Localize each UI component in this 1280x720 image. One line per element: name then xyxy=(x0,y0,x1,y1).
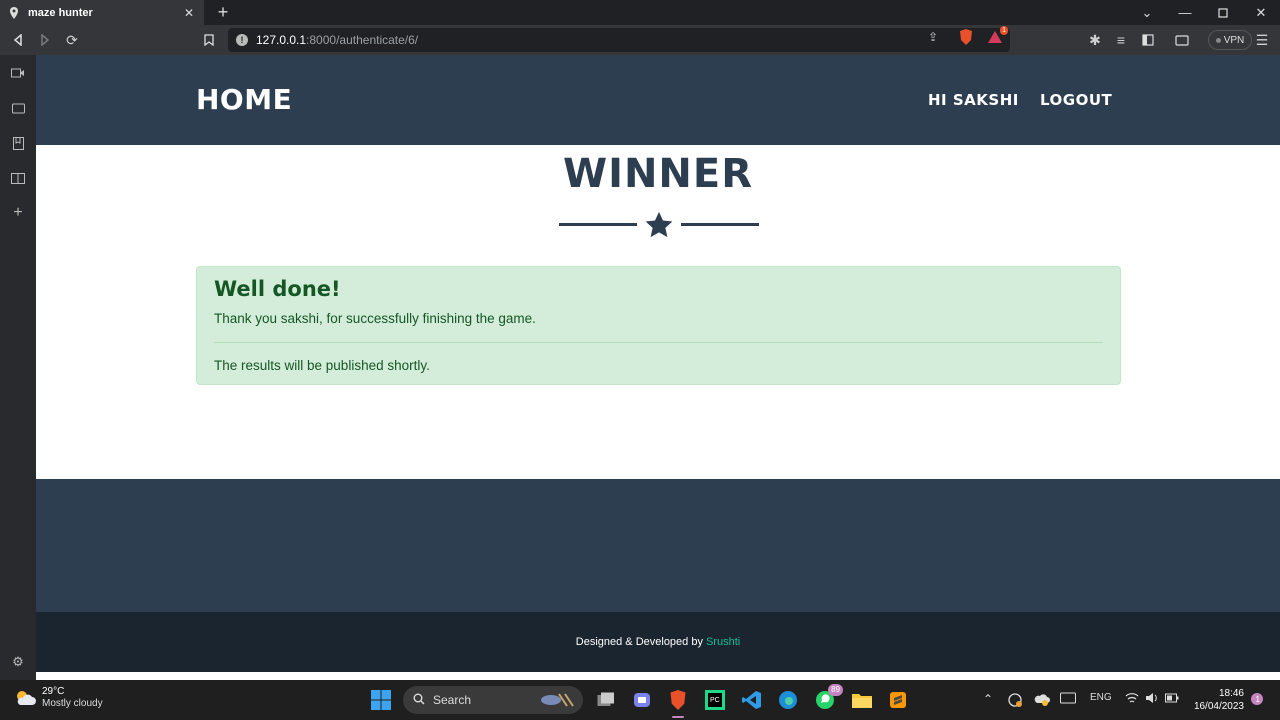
browser-sidebar: + ⚙ xyxy=(0,55,36,680)
svg-text:1: 1 xyxy=(1256,695,1261,704)
windows-start-icon[interactable] xyxy=(369,688,393,712)
volume-icon[interactable] xyxy=(1145,692,1159,707)
forward-icon[interactable] xyxy=(35,30,55,50)
copyright-bar: Designed & Developed by Srushti xyxy=(36,612,1280,672)
brave-rewards-icon[interactable]: 1 xyxy=(986,26,1008,45)
tray-overflow-icon[interactable]: ⌃ xyxy=(983,692,993,706)
tab-title: maze hunter xyxy=(28,6,93,19)
keyboard-icon[interactable] xyxy=(1060,692,1076,707)
language-indicator[interactable]: ENG xyxy=(1090,692,1112,703)
wifi-icon[interactable] xyxy=(1125,692,1139,707)
credit-text: Designed & Developed by xyxy=(575,636,703,648)
new-tab-icon[interactable]: + xyxy=(214,3,232,21)
location-pin-icon xyxy=(8,6,20,19)
sublime-text-icon[interactable] xyxy=(886,688,910,712)
weather-widget[interactable]: 29°C Mostly cloudy xyxy=(14,686,103,710)
maximize-icon[interactable] xyxy=(1204,0,1242,25)
taskbar: 29°C Mostly cloudy Search PC 89 ⌃ ENG 18… xyxy=(0,680,1280,720)
sync-icon[interactable] xyxy=(1007,692,1023,711)
star-divider xyxy=(559,210,759,240)
minimize-icon[interactable]: — xyxy=(1166,0,1204,25)
alert-note: The results will be published shortly. xyxy=(214,358,430,373)
pycharm-icon[interactable]: PC xyxy=(703,688,727,712)
divider-line-left xyxy=(559,223,637,226)
playlist-icon[interactable]: ≡ xyxy=(1111,30,1131,50)
site-navbar: HOME HI SAKSHI LOGOUT xyxy=(36,55,1280,145)
task-view-icon[interactable] xyxy=(594,688,618,712)
onedrive-icon[interactable] xyxy=(1033,692,1051,709)
sidebar-settings-icon[interactable]: ⚙ xyxy=(9,653,27,671)
alert-heading: Well done! xyxy=(214,277,341,301)
close-window-icon[interactable]: ✕ xyxy=(1242,0,1280,25)
wallet-icon[interactable] xyxy=(1172,30,1192,50)
page-title: WINNER xyxy=(562,151,754,197)
vpn-label: VPN xyxy=(1223,34,1245,46)
temperature: 29°C xyxy=(42,686,65,697)
cloudy-weather-icon xyxy=(14,689,36,707)
add-sidebar-icon[interactable]: + xyxy=(9,204,27,222)
edge-icon[interactable] xyxy=(776,688,800,712)
search-label: Search xyxy=(433,693,472,707)
active-indicator xyxy=(672,716,684,718)
notification-icon[interactable]: 1 xyxy=(1251,693,1263,708)
whatsapp-icon[interactable]: 89 xyxy=(813,684,843,712)
footer-band xyxy=(36,479,1280,612)
vpn-status-icon xyxy=(1215,37,1221,43)
video-icon[interactable] xyxy=(9,64,27,82)
whatsapp-unread-badge: 89 xyxy=(828,684,843,696)
close-tab-icon[interactable]: ✕ xyxy=(182,6,196,20)
sidebar-toggle-icon[interactable] xyxy=(1138,30,1158,50)
success-alert: Well done! Thank you sakshi, for success… xyxy=(196,266,1121,385)
vpn-button[interactable]: VPN xyxy=(1208,30,1252,50)
brave-shields-icon[interactable] xyxy=(958,29,974,45)
bookmarks-sidebar-icon[interactable] xyxy=(9,134,27,152)
home-link[interactable]: HOME xyxy=(196,83,292,116)
star-icon xyxy=(644,210,674,245)
system-clock[interactable]: 18:46 16/04/2023 xyxy=(1192,687,1244,713)
author-link[interactable]: Srushti xyxy=(706,636,740,648)
reading-list-icon[interactable] xyxy=(9,169,27,187)
alert-message: Thank you sakshi, for successfully finis… xyxy=(214,311,536,326)
search-icon xyxy=(413,693,425,708)
weather-condition: Mostly cloudy xyxy=(42,698,103,709)
web-page: HOME HI SAKSHI LOGOUT WINNER Well done! … xyxy=(36,55,1280,680)
file-explorer-icon[interactable] xyxy=(850,688,874,712)
url-host: 127.0.0.1 xyxy=(256,33,307,47)
menu-icon[interactable]: ☰ xyxy=(1252,30,1272,50)
greeting-link[interactable]: HI SAKSHI xyxy=(928,91,1019,109)
search-highlight-icon xyxy=(539,690,575,711)
address-bar[interactable]: ! 127.0.0.1 :8000/authenticate/6/ xyxy=(228,28,1010,52)
battery-icon[interactable] xyxy=(1165,692,1179,707)
back-icon[interactable] xyxy=(8,30,28,50)
brave-taskbar-icon[interactable] xyxy=(666,688,690,718)
alert-divider xyxy=(214,342,1103,343)
tab-strip: maze hunter ✕ + ⌄ — ✕ xyxy=(0,0,1280,25)
browser-toolbar: ⟳ ! 127.0.0.1 :8000/authenticate/6/ ⇪ 1 … xyxy=(0,25,1280,55)
clock-time: 18:46 xyxy=(1218,688,1244,699)
logout-link[interactable]: LOGOUT xyxy=(1040,91,1112,109)
reload-icon[interactable]: ⟳ xyxy=(62,30,82,50)
clock-date: 16/04/2023 xyxy=(1193,701,1244,712)
wallet-sidebar-icon[interactable] xyxy=(9,99,27,117)
bookmark-icon[interactable] xyxy=(199,30,219,50)
teams-chat-icon[interactable] xyxy=(630,688,654,712)
rewards-badge: 1 xyxy=(1000,26,1008,35)
site-info-icon[interactable]: ! xyxy=(236,34,248,46)
share-icon[interactable]: ⇪ xyxy=(925,29,941,45)
svg-text:PC: PC xyxy=(710,697,720,704)
tab-maze-hunter[interactable]: maze hunter ✕ xyxy=(0,0,204,25)
divider-line-right xyxy=(681,223,759,226)
tab-search-chevron-icon[interactable]: ⌄ xyxy=(1128,0,1166,25)
extensions-icon[interactable]: ✱ xyxy=(1085,30,1105,50)
taskbar-search[interactable]: Search xyxy=(403,686,583,714)
vscode-icon[interactable] xyxy=(740,688,764,712)
url-path: :8000/authenticate/6/ xyxy=(306,33,419,47)
